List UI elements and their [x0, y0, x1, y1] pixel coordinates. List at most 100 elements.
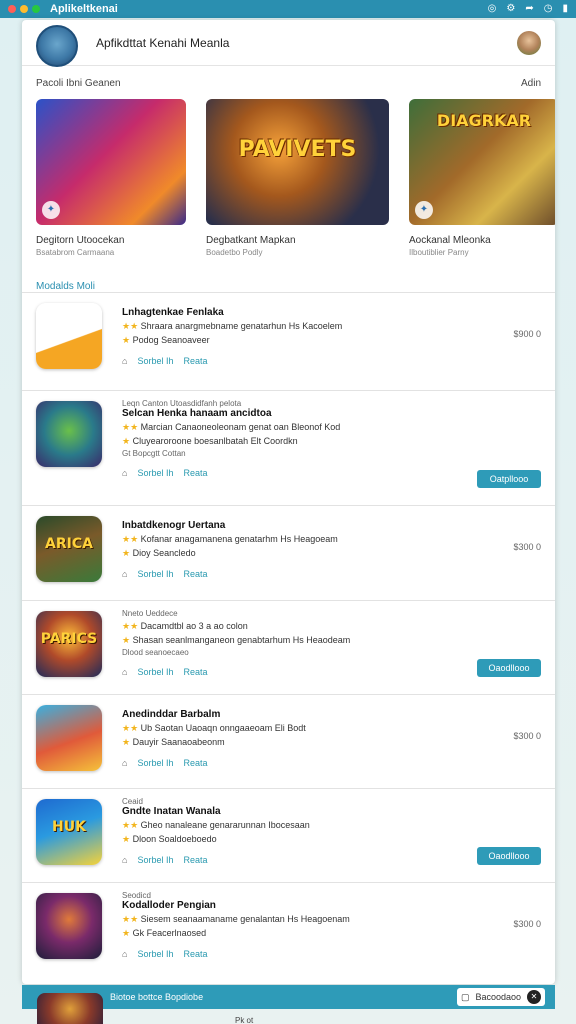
- category-tag[interactable]: Sorbel Ih: [137, 949, 173, 959]
- featured-title: Aockanal Mleonka: [409, 235, 491, 246]
- app-rating-line-text: Gk Feacerlnaosed: [132, 928, 207, 938]
- featured-logo-text: DIAGRKAR: [436, 111, 532, 130]
- list-item[interactable]: HUK Ceaid Gndte Inatan Wanala ★★ Gheo nanal…: [22, 788, 555, 882]
- star-icon: ★★: [122, 914, 141, 924]
- category-icon: ⌂: [122, 468, 128, 478]
- bottom-thumbnail[interactable]: [37, 993, 103, 1024]
- app-rating-line-text: Podog Seanoaveer: [132, 335, 210, 345]
- app-icon-text: ARICA: [45, 536, 93, 552]
- category-tag[interactable]: Sorbel Ih: [137, 356, 173, 366]
- star-icon: ★★: [122, 820, 141, 830]
- star-icon: ★: [122, 834, 133, 844]
- app-description: ★★ Gheo nanaleane genararunnan Ibocesaan: [122, 820, 541, 831]
- category-icon: ⌂: [122, 855, 128, 865]
- app-logo[interactable]: [36, 24, 78, 67]
- search-icon[interactable]: ◎: [488, 4, 497, 14]
- app-icon[interactable]: PARICS: [36, 611, 102, 677]
- featured-card[interactable]: ✦ Degitorn Utoocekan Bsatabrom Carmaana: [36, 99, 186, 259]
- app-tags: ⌂ Sorbel Ih Reata: [122, 758, 541, 768]
- app-rating-line-text: Cluyearoroone boesanlbatah Elt Coordkn: [132, 436, 298, 446]
- app-rating-line: ★ Dloon Soaldoeboedo: [122, 834, 541, 845]
- status-tag[interactable]: Reata: [183, 468, 207, 478]
- app-kicker: Nneto Ueddece: [122, 609, 541, 618]
- star-icon: ★★: [122, 321, 141, 331]
- app-rating-line: ★ Dauyir Saanaoabeonm: [122, 737, 541, 748]
- list-item[interactable]: Seodicd Kodalloder Pengian ★★ Siesem seana…: [22, 882, 555, 982]
- app-description: ★★ Kofanar anagamanena genatarhm Hs Heag…: [122, 534, 541, 545]
- app-icon[interactable]: [36, 303, 102, 369]
- app-icon[interactable]: [36, 401, 102, 467]
- star-icon: ★★: [122, 534, 141, 544]
- install-button[interactable]: Oaodllooo: [477, 847, 541, 865]
- status-tag[interactable]: Reata: [183, 949, 207, 959]
- list-item[interactable]: Lnhagtenkae Fenlaka ★★ Shraara anargmebna…: [22, 292, 555, 390]
- app-tags: ⌂ Sorbel Ih Reata: [122, 356, 541, 366]
- star-icon: ★★: [122, 723, 141, 733]
- featured-subtitle: Bsatabrom Carmaana: [36, 248, 115, 257]
- app-icon[interactable]: [36, 705, 102, 771]
- close-icon[interactable]: ✕: [527, 990, 541, 1004]
- minimize-window-dot[interactable]: [20, 5, 28, 13]
- avatar[interactable]: [517, 30, 541, 55]
- category-icon: ⌂: [122, 758, 128, 768]
- app-rating-line-text: Dauyir Saanaoabeonm: [132, 737, 225, 747]
- category-tag[interactable]: Sorbel Ih: [137, 667, 173, 677]
- app-description: ★★ Siesem seanaamaname genalantan Hs Hea…: [122, 914, 541, 925]
- category-icon: ⌂: [122, 356, 128, 366]
- status-tag[interactable]: Reata: [183, 758, 207, 768]
- app-icon[interactable]: ARICA: [36, 516, 102, 582]
- featured-card[interactable]: PAVIVETS Degbatkant Mapkan Boadetbo Podl…: [206, 99, 389, 259]
- category-icon: ⌂: [122, 949, 128, 959]
- close-window-dot[interactable]: [8, 5, 16, 13]
- install-button[interactable]: Oatpllooo: [477, 470, 541, 488]
- view-all-link[interactable]: Adin: [521, 78, 541, 89]
- app-description-text: Dacamdtbl ao 3 a ao colon: [140, 621, 248, 631]
- clock-icon: ◷: [543, 3, 553, 14]
- app-title: Inbatdkenogr Uertana: [122, 520, 541, 531]
- category-tag[interactable]: Sorbel Ih: [137, 758, 173, 768]
- maximize-window-dot[interactable]: [32, 5, 40, 13]
- app-rating-line: ★ Gk Feacerlnaosed: [122, 928, 541, 939]
- category-tag[interactable]: Sorbel Ih: [137, 569, 173, 579]
- app-kicker: Ceaid: [122, 797, 541, 806]
- list-item[interactable]: PARICS Nneto Ueddece ★★ Dacamdtbl ao 3 a a…: [22, 600, 555, 694]
- star-icon: ★: [122, 548, 133, 558]
- store-badge-icon: ✦: [42, 201, 60, 219]
- app-title-text: Kodalloder Pengian: [122, 900, 216, 911]
- category-icon: ⌂: [122, 667, 128, 677]
- app-kicker-text: Seodicd: [122, 891, 151, 900]
- status-tag[interactable]: Reata: [183, 855, 207, 865]
- featured-subtitle: Boadetbo Podly: [206, 248, 263, 257]
- store-badge-icon: ✦: [415, 201, 433, 219]
- app-description-text: Siesem seanaamaname genalantan Hs Heagoe…: [140, 914, 350, 924]
- category-tag[interactable]: Sorbel Ih: [137, 468, 173, 478]
- featured-image: PAVIVETS: [206, 99, 389, 225]
- app-icon[interactable]: HUK: [36, 799, 102, 865]
- app-rating-line: ★ Cluyearoroone boesanlbatah Elt Coordkn: [122, 436, 541, 447]
- settings-icon[interactable]: ⚙: [506, 4, 515, 14]
- featured-subtitle: Ilboutiblier Parny: [409, 248, 469, 257]
- list-item[interactable]: Leqn Canton Utoasdidfanh pelota Selcan He…: [22, 390, 555, 505]
- app-header: Apfikdttat Kenahi Meanla: [22, 20, 555, 67]
- app-title: Gndte Inatan Wanala: [122, 806, 541, 817]
- app-description: ★★ Ub Saotan Uaoaqn onngaaeoam Eli Bodt: [122, 723, 541, 734]
- featured-card[interactable]: DIAGRKAR ✦ Aockanal Mleonka Ilboutiblier…: [409, 99, 555, 259]
- share-icon[interactable]: ➦: [525, 4, 533, 14]
- app-icon-text: PARICS: [40, 631, 98, 647]
- app-price: $300 0: [513, 542, 541, 552]
- install-button[interactable]: Oaodllooo: [477, 659, 541, 677]
- app-meta: Dlood seanoecaeo: [122, 648, 541, 657]
- app-icon[interactable]: [36, 893, 102, 959]
- star-icon: ★: [122, 635, 133, 645]
- list-item[interactable]: ARICA Inbatdkenogr Uertana ★★ Kofanar anag…: [22, 505, 555, 600]
- category-tag[interactable]: Sorbel Ih: [137, 855, 173, 865]
- status-tag[interactable]: Reata: [183, 569, 207, 579]
- app-description-text: Marcian Canaoneoleonam genat oan Bleonof…: [140, 422, 341, 432]
- star-icon: ★: [122, 436, 133, 446]
- list-item[interactable]: Anedinddar Barbalm ★★ Ub Saotan Uaoaqn on…: [22, 694, 555, 788]
- status-tag[interactable]: Reata: [183, 667, 207, 677]
- app-meta-text: Dlood seanoecaeo: [122, 648, 189, 657]
- status-tag[interactable]: Reata: [183, 356, 207, 366]
- featured-title: Degitorn Utoocekan: [36, 235, 125, 246]
- bottom-action-chip[interactable]: ▢ Bacoodaoo ✕: [456, 988, 545, 1006]
